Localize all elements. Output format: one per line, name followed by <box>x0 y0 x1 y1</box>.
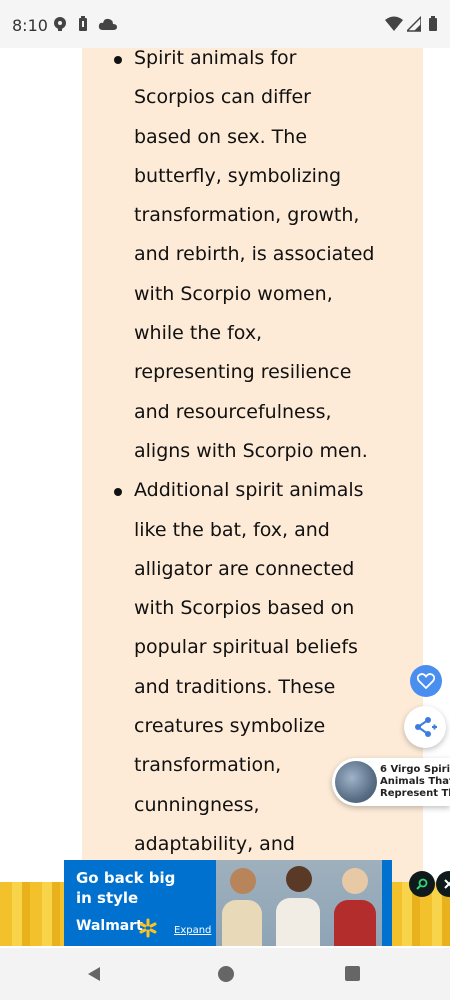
battery-icon <box>429 16 437 31</box>
status-time: 8:10 <box>12 16 48 35</box>
status-bar: 8:10 <box>0 0 450 48</box>
close-icon <box>444 879 450 889</box>
bullet-line: transformation, growth, <box>134 204 360 227</box>
related-title-line: 6 Virgo Spirit <box>380 764 450 775</box>
ad-headline: Go back big in style <box>76 868 196 908</box>
bullet-line: butterfly, symbolizing <box>134 164 342 187</box>
bullet-line: popular spiritual beliefs <box>134 636 358 659</box>
share-button[interactable] <box>404 706 446 748</box>
kid-head <box>230 868 256 894</box>
bullet-line: Scorpios can differ <box>134 86 311 109</box>
heart-icon <box>417 673 435 689</box>
bullet-line: and resourcefulness, <box>134 400 332 423</box>
bullet-line: and rebirth, is associated <box>134 243 375 266</box>
walmart-spark-icon <box>139 918 157 938</box>
back-triangle-icon[interactable] <box>86 966 102 982</box>
bullet-line: while the fox, <box>134 322 263 345</box>
ad-headline-line: Go back big <box>76 869 176 887</box>
related-title-line: Represent Th... <box>380 788 450 799</box>
bullet-line: based on sex. The <box>134 125 308 148</box>
wifi-icon <box>385 16 403 31</box>
kid-figure <box>334 900 376 946</box>
related-article-title: 6 Virgo Spirit Animals That Represent Th… <box>380 764 450 800</box>
ad-headline-line: in style <box>76 889 139 907</box>
cloud-icon <box>98 18 117 30</box>
home-circle-icon[interactable] <box>218 966 234 982</box>
ad-choices-icon <box>416 878 428 890</box>
cell-signal-icon <box>407 16 421 32</box>
bullet-line: and traditions. These <box>134 675 336 698</box>
bullet-line: adaptability, and <box>134 832 295 855</box>
bullet-line: with Scorpio women, <box>134 282 333 305</box>
ad-expand-link[interactable]: Expand <box>174 925 211 936</box>
bullet-item: Spirit animals for Scorpios can differ b… <box>82 48 423 471</box>
bullet-line: Additional spirit animals <box>134 479 364 502</box>
bullet-line: alligator are connected <box>134 557 355 580</box>
related-article-card[interactable]: 6 Virgo Spirit Animals That Represent Th… <box>332 758 450 806</box>
ad-photo <box>216 860 382 946</box>
bullet-list: Spirit animals for Scorpios can differ b… <box>82 48 423 864</box>
bullet-line: like the bat, fox, and <box>134 518 330 541</box>
kid-figure <box>276 898 320 946</box>
bullet-dot <box>114 56 122 64</box>
kid-head <box>286 866 312 892</box>
kid-head <box>342 868 368 894</box>
ad-brand: Walmart <box>76 918 143 934</box>
bullet-line: Spirit animals for <box>134 48 297 69</box>
bullet-line: with Scorpios based on <box>134 597 355 620</box>
walmart-ad[interactable]: Go back big in style Walmart Expand <box>64 860 392 946</box>
battery-saver-icon <box>79 16 87 31</box>
related-title-line: Animals That <box>380 776 450 787</box>
chat-bubble-icon <box>54 17 66 31</box>
bullet-dot <box>114 488 122 497</box>
recent-apps-icon[interactable] <box>345 966 360 981</box>
share-plus-icon <box>415 717 437 737</box>
favorite-button[interactable] <box>410 665 442 697</box>
kid-figure <box>222 900 262 946</box>
ad-info-button[interactable] <box>409 871 435 897</box>
related-article-thumbnail <box>335 761 377 803</box>
bullet-line: aligns with Scorpio men. <box>134 439 368 462</box>
bullet-line: representing resilience <box>134 361 352 384</box>
bullet-line: creatures symbolize <box>134 715 326 738</box>
